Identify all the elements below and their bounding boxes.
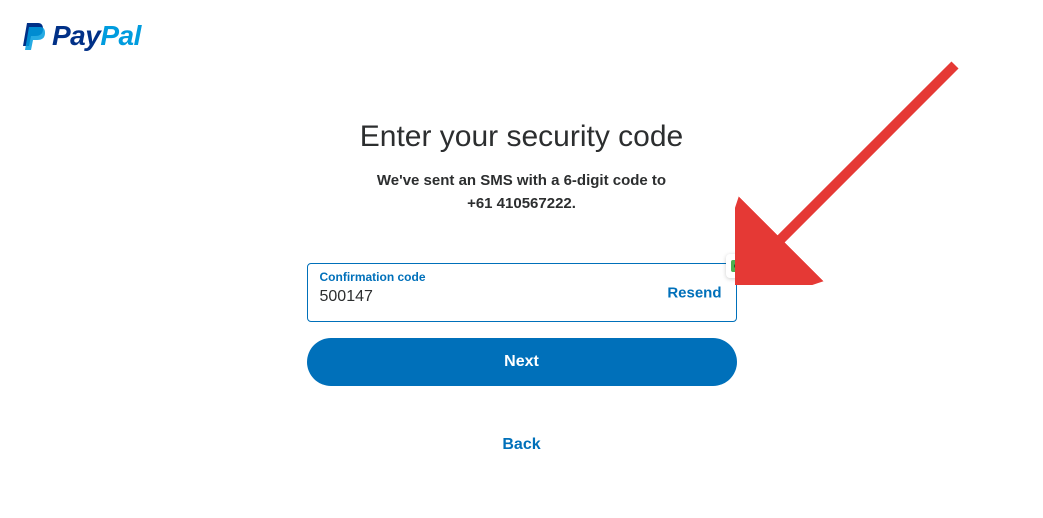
paypal-logo-icon bbox=[20, 21, 46, 51]
next-button[interactable]: Next bbox=[307, 338, 737, 386]
password-manager-icon[interactable] bbox=[726, 254, 754, 278]
subtitle-line1: We've sent an SMS with a 6-digit code to bbox=[377, 172, 666, 189]
paypal-logo[interactable]: PayPal bbox=[20, 20, 141, 52]
confirmation-code-label: Confirmation code bbox=[320, 270, 426, 284]
paypal-logo-text: PayPal bbox=[52, 20, 141, 52]
subtitle-phone: +61 410567222. bbox=[467, 195, 576, 212]
subtitle-text: We've sent an SMS with a 6-digit code to… bbox=[307, 170, 737, 215]
annotation-arrow-icon bbox=[735, 55, 975, 285]
security-code-form: Enter your security code We've sent an S… bbox=[307, 120, 737, 454]
confirmation-code-field[interactable]: Confirmation code Resend bbox=[307, 263, 737, 322]
page-title: Enter your security code bbox=[307, 120, 737, 154]
back-link[interactable]: Back bbox=[502, 436, 540, 454]
resend-link[interactable]: Resend bbox=[667, 284, 721, 301]
confirmation-code-input[interactable] bbox=[320, 288, 620, 306]
